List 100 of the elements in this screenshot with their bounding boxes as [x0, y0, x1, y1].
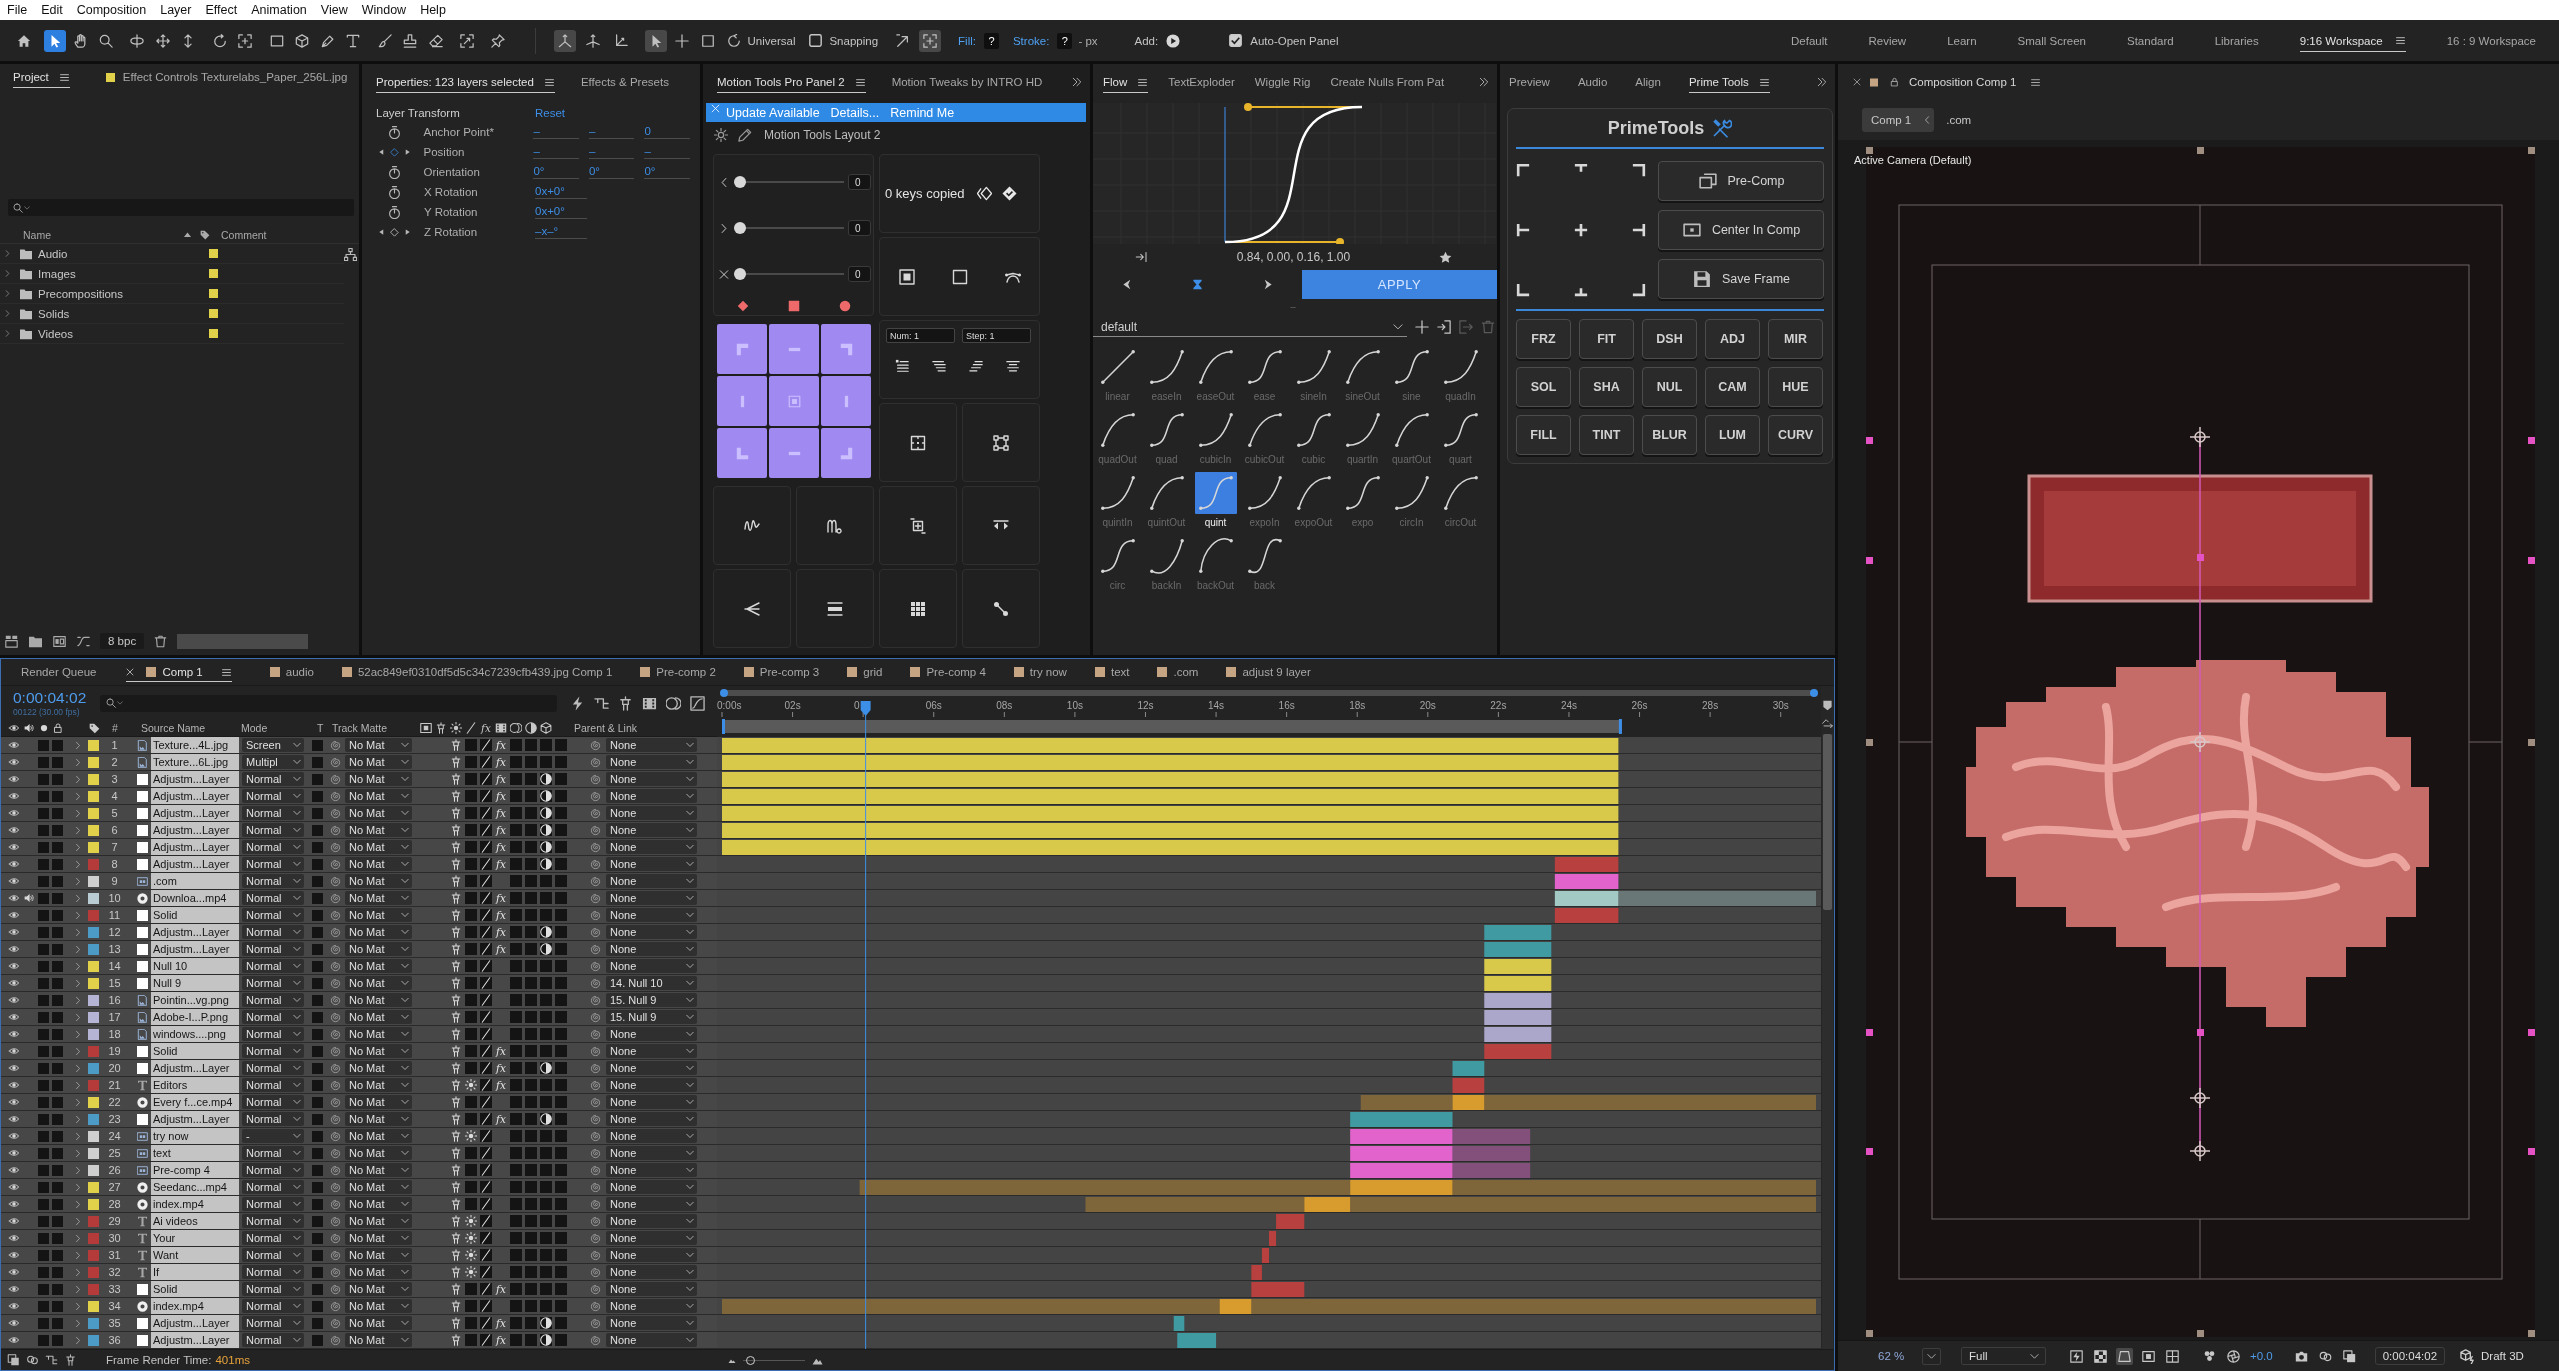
lock-toggle[interactable] [52, 1334, 63, 1346]
banner-link[interactable]: Remind Me [890, 105, 955, 120]
preserve-transparency-toggle[interactable] [312, 943, 323, 955]
figure-icon[interactable] [450, 1096, 462, 1108]
layer-name[interactable]: index.mp4 [151, 1298, 239, 1314]
property-value[interactable]: 0° [533, 165, 579, 179]
label-color-icon[interactable] [209, 269, 218, 278]
anchor-point-icon[interactable] [2189, 1087, 2211, 1109]
shortcut-button[interactable]: ADJ [1705, 319, 1760, 359]
checkerboard-icon[interactable] [2092, 1347, 2109, 1365]
frame-blend-toggle[interactable] [510, 1317, 522, 1329]
spiral-icon[interactable] [590, 1011, 601, 1023]
cross-icon[interactable] [1574, 223, 1588, 237]
parent-dropdown[interactable]: None [606, 1044, 697, 1058]
collapse-toggle[interactable] [465, 875, 477, 887]
label-color-icon[interactable] [88, 824, 99, 836]
mode-dropdown[interactable]: Normal [242, 891, 304, 905]
collapse-toggle[interactable] [465, 1045, 477, 1057]
solo-toggle[interactable] [38, 1300, 49, 1312]
eye-icon[interactable] [8, 995, 20, 1005]
frame-blend-toggle[interactable] [510, 1113, 522, 1125]
3d-layer-toggle[interactable] [555, 1300, 567, 1312]
collapse-toggle[interactable] [465, 1334, 477, 1346]
motion-blur-toggle[interactable] [525, 1215, 537, 1227]
menu-item[interactable]: Layer [160, 3, 192, 17]
menu-item[interactable]: Composition [76, 3, 147, 17]
frame-blend-toggle[interactable] [510, 1198, 522, 1210]
parent-dropdown[interactable]: None [606, 823, 697, 837]
label-color-icon[interactable] [88, 1096, 99, 1108]
spiral-icon[interactable] [330, 1198, 341, 1210]
lock-toggle[interactable] [52, 807, 63, 819]
motion-blur-toggle[interactable] [525, 1283, 537, 1295]
plus-frame-icon[interactable] [910, 517, 926, 534]
preserve-transparency-toggle[interactable] [312, 1181, 323, 1193]
shortcut-button[interactable]: SOL [1516, 367, 1571, 407]
eye-icon[interactable] [8, 978, 20, 988]
mode-dropdown[interactable]: Normal [242, 1163, 304, 1177]
solo-toggle[interactable] [38, 1215, 49, 1227]
layer-name[interactable]: Adjustm...Layer [151, 1315, 239, 1331]
menu-icon[interactable] [1758, 77, 1770, 87]
spiral-icon[interactable] [590, 1113, 601, 1125]
easing-preset[interactable]: quint [1191, 467, 1240, 530]
lock-toggle[interactable] [52, 1266, 63, 1278]
parent-dropdown[interactable]: None [606, 755, 697, 769]
adjustment-toggle[interactable] [540, 1181, 552, 1193]
adjustment-toggle[interactable] [540, 1147, 552, 1159]
preserve-transparency-toggle[interactable] [312, 739, 323, 751]
spiral-icon[interactable] [330, 1300, 341, 1312]
layer-row[interactable]: 9 .com Normal No Mat None [1, 873, 717, 890]
snapping-checkbox[interactable] [809, 34, 823, 47]
adjustment-toggle[interactable] [540, 1300, 552, 1312]
parent-dropdown[interactable]: None [606, 1061, 697, 1075]
slash-icon[interactable] [480, 1232, 492, 1244]
lock-toggle[interactable] [52, 858, 63, 870]
layer-row[interactable]: 14 Null 10 Normal No Mat None [1, 958, 717, 975]
3d-layer-toggle[interactable] [555, 824, 567, 836]
menu-item[interactable]: Animation [251, 3, 307, 17]
import-icon[interactable] [1437, 320, 1451, 334]
spiral-icon[interactable] [330, 739, 341, 751]
solo-toggle[interactable] [38, 1147, 49, 1159]
lock-toggle[interactable] [52, 1164, 63, 1176]
spiral-icon[interactable] [590, 858, 601, 870]
action-button[interactable]: Pre-Comp [1658, 161, 1824, 201]
shortcut-button[interactable]: SHA [1579, 367, 1634, 407]
parent-dropdown[interactable]: None [606, 1163, 697, 1177]
preserve-transparency-toggle[interactable] [312, 841, 323, 853]
parent-dropdown[interactable]: None [606, 1129, 697, 1143]
spiral-icon[interactable] [330, 1147, 341, 1159]
parent-dropdown[interactable]: None [606, 772, 697, 786]
triangle-left-icon[interactable] [378, 148, 385, 156]
lock-toggle[interactable] [52, 1062, 63, 1074]
eye-icon[interactable] [8, 1233, 20, 1243]
effects-switch[interactable]: fx [495, 1113, 507, 1125]
layer-row[interactable]: 33 Solid Normal No Mat fx None [1, 1281, 717, 1298]
collapse-toggle[interactable] [465, 773, 477, 785]
layer-row[interactable]: 5 Adjustm...Layer Normal No Mat fx None [1, 805, 717, 822]
lock-toggle[interactable] [52, 1028, 63, 1040]
corner-arrow-icon[interactable] [1822, 717, 1833, 728]
adjustment-toggle[interactable] [540, 1232, 552, 1244]
eye-icon[interactable] [8, 1335, 20, 1345]
mode-dropdown[interactable]: Multipl [242, 755, 304, 769]
3d-layer-toggle[interactable] [555, 807, 567, 819]
label-color-icon[interactable] [88, 841, 99, 853]
menu-icon[interactable] [220, 667, 232, 677]
motion-blur-toggle[interactable] [525, 1300, 537, 1312]
preserve-transparency-toggle[interactable] [312, 1334, 323, 1346]
mode-dropdown[interactable]: Normal [242, 1248, 304, 1262]
figure-icon[interactable] [450, 824, 462, 836]
property-value[interactable]: – [588, 125, 635, 139]
layer-name[interactable]: try now [151, 1128, 239, 1144]
double-chevron-icon[interactable] [1817, 77, 1827, 87]
menu-icon[interactable] [2030, 77, 2042, 87]
figure-icon[interactable] [450, 875, 462, 887]
eye-icon[interactable] [8, 1216, 20, 1226]
label-color-icon[interactable] [88, 1028, 99, 1040]
label-color-icon[interactable] [88, 1079, 99, 1091]
mode-dropdown[interactable]: Normal [242, 1333, 304, 1347]
value-field[interactable]: 0 [848, 266, 871, 282]
workspace-tab[interactable]: Libraries [2214, 29, 2259, 52]
layer-row[interactable]: 16 Pointin...vg.png Normal No Mat 15. Null 9 [1, 992, 717, 1009]
